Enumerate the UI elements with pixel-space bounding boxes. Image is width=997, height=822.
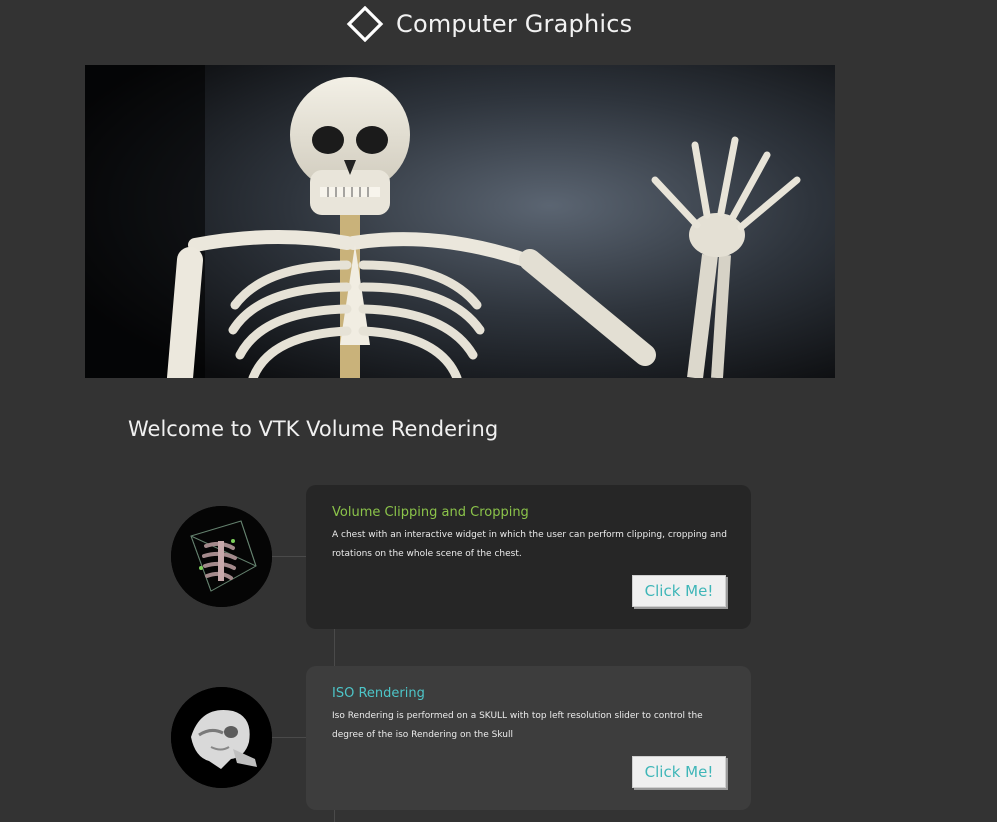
page: Computer Graphics Welcome to VTK Volume … bbox=[0, 0, 997, 822]
welcome-heading: Welcome to VTK Volume Rendering bbox=[128, 417, 499, 441]
feature-card-clipping: Volume Clipping and Cropping A chest wit… bbox=[306, 485, 751, 629]
skull-iso-thumbnail[interactable] bbox=[171, 687, 272, 788]
skeleton-waving-hero-image bbox=[85, 65, 835, 378]
card-title: ISO Rendering bbox=[332, 686, 425, 701]
card-description: A chest with an interactive widget in wh… bbox=[332, 530, 727, 559]
site-title[interactable]: Computer Graphics bbox=[396, 10, 632, 38]
hero-image bbox=[85, 65, 835, 378]
click-me-button[interactable]: Click Me! bbox=[632, 756, 726, 788]
timeline-connector bbox=[272, 737, 306, 738]
site-header: Computer Graphics bbox=[346, 6, 632, 42]
diamond-logo-icon[interactable] bbox=[346, 6, 384, 42]
chest-volume-thumbnail[interactable] bbox=[171, 506, 272, 607]
click-me-button[interactable]: Click Me! bbox=[632, 575, 726, 607]
timeline-connector bbox=[272, 556, 306, 557]
feature-card-iso: ISO Rendering Iso Rendering is performed… bbox=[306, 666, 751, 810]
card-description: Iso Rendering is performed on a SKULL wi… bbox=[332, 711, 703, 740]
card-title: Volume Clipping and Cropping bbox=[332, 505, 529, 520]
